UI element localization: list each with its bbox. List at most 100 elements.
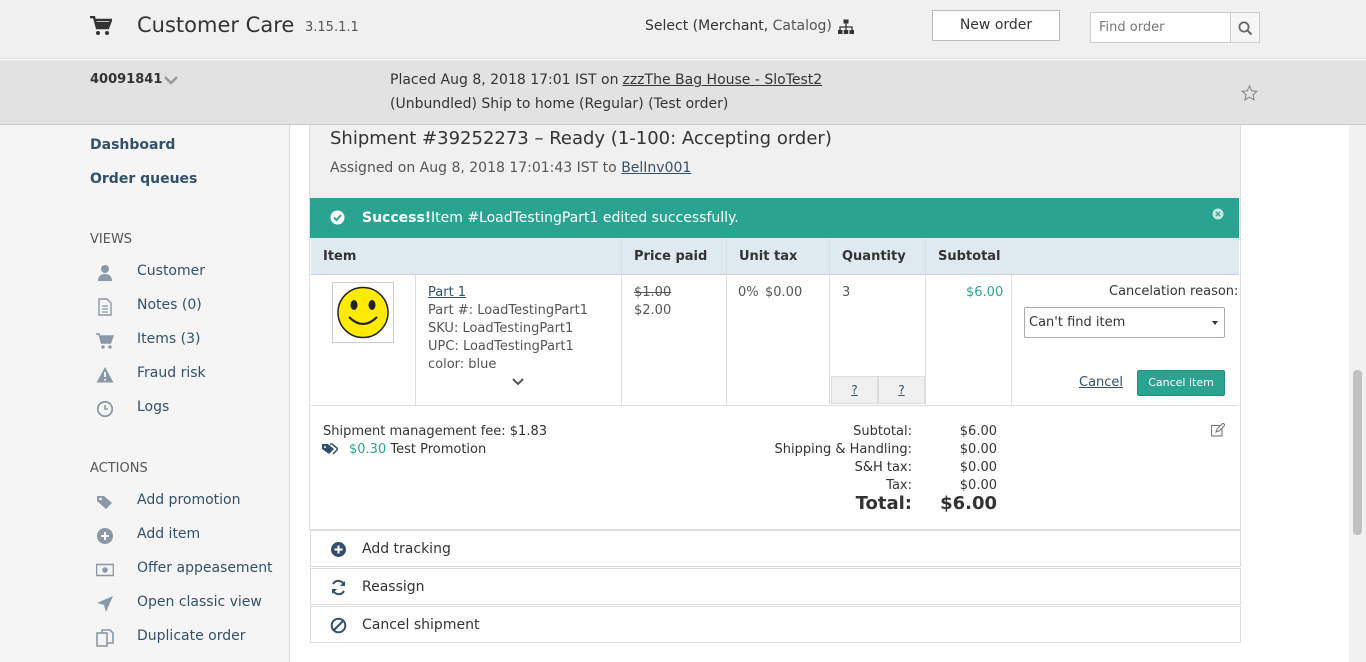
close-icon[interactable] [1212, 208, 1224, 220]
top-bar: Customer Care 3.15.1.1 Select (Merchant,… [0, 0, 1366, 59]
quantity-increase-button[interactable]: ? [878, 376, 925, 404]
assigned-prefix: Assigned on Aug 8, 2018 17:01:43 IST to [330, 160, 622, 176]
cancel-item-button[interactable]: Cancel item [1137, 370, 1225, 396]
find-order-button[interactable] [1230, 12, 1260, 43]
sidebar-item-label: Logs [137, 399, 170, 415]
placed-text: Placed Aug 8, 2018 17:01 IST on [390, 72, 619, 88]
sidebar-item-add-promotion[interactable]: Add promotion [90, 491, 270, 513]
col-subtotal: Subtotal [938, 249, 1001, 264]
money-icon [96, 563, 114, 577]
sidebar-item-items[interactable]: Items (3) [90, 330, 270, 352]
col-unit-tax: Unit tax [739, 249, 798, 264]
totals-shipping-value: $0.00 [959, 442, 997, 457]
quantity-decrease-button[interactable]: ? [831, 376, 878, 404]
hierarchy-icon[interactable] [838, 19, 854, 35]
sidebar-item-label: Add promotion [137, 492, 241, 508]
store-link[interactable]: zzzThe Bag House - SloTest2 [622, 72, 822, 88]
copy-icon [96, 629, 114, 647]
sidebar-item-customer[interactable]: Customer [90, 262, 270, 284]
tags-icon [322, 443, 338, 455]
success-message: Item #LoadTestingPart1 edited successful… [431, 210, 739, 226]
sidebar-item-logs[interactable]: Logs [90, 398, 270, 420]
totals-subtotal-value: $6.00 [959, 424, 997, 439]
totals-shipping-label: Shipping & Handling: [774, 442, 912, 457]
new-order-button[interactable]: New order [932, 10, 1060, 41]
price-original: $1.00 [634, 285, 672, 300]
shipment-title: Shipment #39252273 – Ready (1-100: Accep… [330, 128, 832, 149]
product-name-link[interactable]: Part 1 [428, 285, 466, 300]
totals-sh-tax-label: S&H tax: [854, 460, 912, 475]
add-tracking-row[interactable]: Add tracking [310, 530, 1241, 567]
warning-icon [96, 367, 114, 383]
divider [311, 405, 1239, 406]
ban-icon [330, 617, 347, 634]
sidebar-item-add-item[interactable]: Add item [90, 525, 270, 547]
chevron-down-icon[interactable] [164, 75, 178, 85]
sidebar: Dashboard Order queues VIEWS Customer No… [0, 125, 290, 662]
cancel-shipment-label: Cancel shipment [362, 617, 480, 633]
totals-subtotal-label: Subtotal: [853, 424, 912, 439]
plus-circle-icon [97, 528, 113, 544]
assigned-to-link[interactable]: BelInv001 [621, 160, 691, 176]
sidebar-link-order-queues[interactable]: Order queues [90, 171, 197, 187]
success-title: Success! [362, 210, 432, 226]
edit-icon[interactable] [1211, 423, 1225, 437]
notes-icon [98, 298, 112, 316]
sidebar-item-offer-appeasement[interactable]: Offer appeasement [90, 559, 280, 581]
totals-total-value: $6.00 [940, 493, 997, 514]
part-number: Part #: LoadTestingPart1 [428, 303, 589, 318]
app-title: Customer Care [137, 13, 295, 37]
item-subtotal: $6.00 [966, 285, 1004, 300]
select-prefix: Select (Merchant, [645, 18, 773, 34]
totals-tax-label: Tax: [886, 478, 912, 493]
chevron-down-icon[interactable] [511, 377, 525, 387]
scrollbar[interactable] [1349, 125, 1366, 662]
success-alert: Success! Item #LoadTestingPart1 edited s… [310, 198, 1239, 238]
scrollbar-thumb[interactable] [1353, 370, 1362, 535]
star-icon[interactable] [1241, 85, 1258, 102]
select-catalog: Catalog) [772, 18, 832, 34]
user-icon [98, 265, 112, 281]
order-details: (Unbundled) Ship to home (Regular) (Test… [390, 96, 729, 112]
sidebar-item-fraud-risk[interactable]: Fraud risk [90, 364, 270, 386]
sidebar-item-label: Add item [137, 526, 201, 542]
cancelation-reason-select[interactable]: Can't find item [1024, 307, 1225, 338]
col-price-paid: Price paid [634, 249, 708, 264]
find-order-input[interactable] [1090, 12, 1231, 43]
app-version: 3.15.1.1 [305, 20, 359, 35]
cancel-link[interactable]: Cancel [1079, 375, 1123, 390]
sidebar-item-open-classic-view[interactable]: Open classic view [90, 593, 280, 615]
shipment-fee: Shipment management fee: $1.83 [323, 424, 548, 439]
sidebar-item-label: Customer [137, 263, 206, 279]
items-table-header: Item Price paid Unit tax Quantity Subtot… [311, 238, 1239, 275]
location-arrow-icon [97, 596, 113, 612]
product-image [332, 282, 394, 343]
order-number[interactable]: 40091841 [90, 72, 162, 87]
totals-total-label: Total: [855, 493, 912, 514]
tags-icon [97, 496, 112, 509]
cart-icon[interactable] [90, 16, 112, 36]
quantity-value: 3 [842, 285, 851, 300]
price-paid: $2.00 [634, 303, 672, 318]
select-merchant-catalog[interactable]: Select (Merchant, Catalog) [645, 18, 832, 34]
refresh-icon [332, 579, 345, 596]
cancel-shipment-row[interactable]: Cancel shipment [310, 606, 1241, 643]
sidebar-item-duplicate-order[interactable]: Duplicate order [90, 627, 280, 649]
totals-sh-tax-value: $0.00 [959, 460, 997, 475]
col-quantity: Quantity [842, 249, 906, 264]
caret-down-icon [1212, 321, 1218, 325]
divider [1011, 275, 1012, 405]
search-icon [1238, 21, 1253, 36]
order-header: 40091841 Placed Aug 8, 2018 17:01 IST on… [0, 60, 1366, 125]
reassign-row[interactable]: Reassign [310, 568, 1241, 605]
divider [726, 238, 727, 405]
cart-icon [96, 333, 114, 349]
divider [621, 238, 622, 405]
sidebar-link-dashboard[interactable]: Dashboard [90, 137, 175, 153]
totals-tax-value: $0.00 [959, 478, 997, 493]
part-color: color: blue [428, 357, 497, 372]
divider [829, 238, 830, 405]
sidebar-item-notes[interactable]: Notes (0) [90, 296, 270, 318]
tax-rate: 0% [738, 285, 759, 300]
sidebar-item-label: Offer appeasement [137, 560, 273, 576]
